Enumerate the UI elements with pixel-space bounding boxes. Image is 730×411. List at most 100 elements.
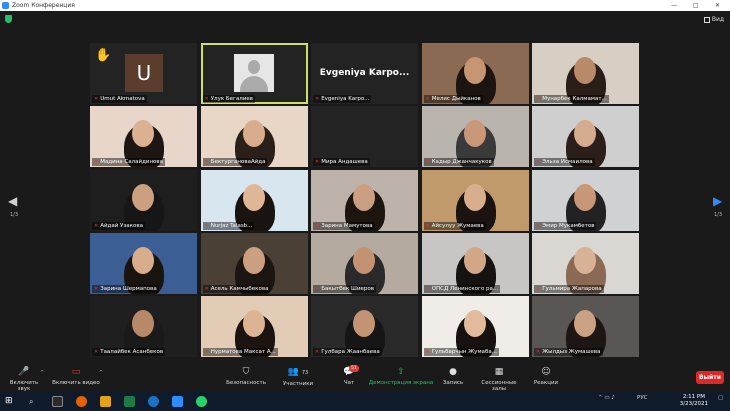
- excel-icon[interactable]: [124, 396, 135, 407]
- chat-button[interactable]: 💬 51 Чат: [340, 365, 359, 386]
- search-icon[interactable]: ⌕: [29, 396, 40, 407]
- edge-icon[interactable]: [148, 396, 159, 407]
- participant-name: ✕ ОПСД Ленинского ра...: [423, 284, 501, 293]
- minimize-button[interactable]: —: [671, 0, 677, 11]
- whatsapp-icon[interactable]: [196, 396, 207, 407]
- muted-mic-icon: ✕: [425, 96, 430, 102]
- participant-tile[interactable]: ✕ ОПСД Ленинского ра...: [421, 232, 529, 294]
- participant-tile[interactable]: ✕ Айсулуу Жумаева: [421, 169, 529, 231]
- breakout-rooms-label: Сессионные залы: [481, 380, 517, 392]
- gallery-grid: ✋ U ✕ Umut Akmatova ✕ Улук Бегалиев Evgeniya K…: [90, 43, 639, 358]
- windows-start-icon[interactable]: ⊞: [5, 396, 16, 407]
- participant-tile[interactable]: ✕ Гулбара Жаанбаева: [311, 296, 418, 358]
- zoom-app-icon: [2, 2, 9, 9]
- windows-taskbar: ⊞ ⌕ ⌃ ▭ ♪ РУС 2:11 PM 3/23/2021 ▢: [0, 392, 730, 411]
- participant-name: ✕ Эмир Мукамбетов: [534, 221, 597, 230]
- participant-name: ✕ Бакытбек Шиеров: [313, 284, 376, 293]
- participant-tile[interactable]: ✕ Nurjaz Talasb...: [200, 169, 308, 231]
- muted-mic-icon: ✕: [425, 159, 430, 166]
- unmute-label: Включить звук: [9, 380, 39, 392]
- maximize-button[interactable]: □: [693, 0, 699, 11]
- breakout-rooms-button[interactable]: ▦ Сессионные залы: [474, 367, 524, 392]
- participant-name-text: Мадина Салайдинова: [100, 159, 164, 166]
- start-video-label: Включить видео: [52, 380, 100, 386]
- zoom-taskbar-icon[interactable]: [172, 396, 183, 407]
- participant-tile[interactable]: ✕ Гульмира Жапарова: [532, 232, 639, 294]
- participant-tile[interactable]: ✕ Бакытбек Шиеров: [311, 232, 418, 294]
- share-screen-button[interactable]: ⇧ Демонстрация экрана: [368, 367, 434, 386]
- reactions-button[interactable]: ☺ Реакции: [533, 367, 559, 386]
- unmute-button[interactable]: 🎤 Включить звук: [4, 367, 44, 392]
- muted-mic-icon: ✕: [536, 349, 541, 356]
- participant-tile[interactable]: ✕ Айдай Узакова: [90, 169, 197, 231]
- audio-options-caret-icon[interactable]: ^: [40, 370, 44, 376]
- raised-hand-icon: ✋: [95, 48, 112, 63]
- tray-icons[interactable]: ⌃ ▭ ♪: [598, 395, 615, 401]
- participant-tile[interactable]: ✕ Эмир Мукамбетов: [532, 169, 639, 231]
- participant-name-text: Зарина Шермапова: [100, 285, 157, 292]
- participant-tile[interactable]: ✕ Жылдыз Жумашева: [532, 296, 639, 358]
- meeting-toolbar: 🎤 Включить звук ^ ▭ Включить видео ^ ⛉ Безо…: [0, 365, 730, 392]
- participant-tile[interactable]: ✕ Улук Бегалиев: [200, 43, 308, 104]
- participant-tile[interactable]: ✕ Мира Андашева: [311, 106, 418, 168]
- video-options-caret-icon[interactable]: ^: [99, 370, 103, 376]
- start-video-button[interactable]: ▭ Включить видео: [50, 367, 102, 386]
- record-button[interactable]: ● Запись: [442, 367, 464, 386]
- participant-name-text: Гульмира Жапарова: [542, 285, 602, 292]
- task-view-icon[interactable]: [52, 396, 63, 407]
- participant-tile[interactable]: Evgeniya Karpo... ✕ Evgeniya Karpo...: [311, 43, 418, 104]
- language-indicator[interactable]: РУС: [637, 395, 648, 401]
- page-indicator-right: 1/3: [714, 212, 723, 218]
- clock-date: 3/23/2021: [679, 401, 708, 407]
- leave-button[interactable]: Выйти: [696, 371, 724, 384]
- taskbar-clock[interactable]: 2:11 PM 3/23/2021: [680, 394, 708, 408]
- participants-button[interactable]: 👥 73 Участники: [281, 367, 315, 387]
- muted-mic-icon: ✕: [425, 349, 430, 356]
- record-icon: ●: [449, 367, 457, 377]
- participant-name: ✕ Зарина Мамутова: [313, 221, 375, 230]
- participant-tile[interactable]: ✕ Зарина Мамутова: [311, 169, 418, 231]
- participant-tile[interactable]: ✕ БектургановаАйда: [200, 106, 308, 168]
- participant-name: ✕ Мира Андашева: [313, 158, 370, 167]
- participant-tile[interactable]: ✕ Кадыр Джанчакуков: [421, 106, 529, 168]
- participant-name-text: Эльза Исмаилова: [542, 159, 593, 166]
- participant-tile[interactable]: ✕ Нурматова Максат А...: [200, 296, 308, 358]
- participant-name-text: Нурматова Максат А...: [210, 349, 276, 356]
- security-button[interactable]: ⛉ Безопасность: [224, 367, 268, 386]
- muted-mic-icon: 🎤: [18, 367, 30, 377]
- participant-tile[interactable]: ✕ Зарина Шермапова: [90, 232, 197, 294]
- participant-name: ✕ Evgeniya Karpo...: [313, 95, 372, 103]
- participant-tile[interactable]: ✕ Мунарбек Калмамат...: [532, 43, 639, 104]
- participant-name-text: Umut Akmatova: [100, 96, 145, 102]
- view-button[interactable]: Вид: [703, 14, 724, 26]
- view-label: Вид: [711, 16, 724, 23]
- participant-name: ✕ Асель Камчыбекова: [202, 284, 271, 293]
- close-button[interactable]: ✕: [715, 0, 720, 11]
- participant-tile[interactable]: ✕ Асель Камчыбекова: [200, 232, 308, 294]
- next-page-arrow-icon[interactable]: ▶: [713, 194, 722, 208]
- participant-name-text: Бакытбек Шиеров: [321, 285, 374, 292]
- participant-name: ✕ Айдай Узакова: [92, 221, 145, 230]
- participant-name: ✕ Кадыр Джанчакуков: [423, 158, 494, 167]
- security-shield-icon[interactable]: [5, 15, 12, 23]
- participant-name-text: Мелис Дыйканов: [431, 96, 481, 102]
- participant-name: ✕ Мунарбек Калмамат...: [534, 95, 609, 103]
- reactions-icon: ☺: [541, 367, 551, 377]
- participant-name-text: Мунарбек Калмамат...: [542, 96, 607, 102]
- participant-name: ✕ Улук Бегалиев: [202, 95, 256, 103]
- participant-tile[interactable]: ✕ Эльза Исмаилова: [532, 106, 639, 168]
- participant-tile[interactable]: ✕ Гульбарчын Жумаба...: [421, 296, 529, 358]
- muted-mic-icon: ✕: [94, 285, 99, 292]
- notifications-icon[interactable]: ▢: [718, 395, 723, 401]
- participant-name: ✕ Эльза Исмаилова: [534, 158, 595, 167]
- participant-name-text: Айдай Узакова: [100, 222, 143, 229]
- participant-tile[interactable]: ✕ Мелис Дыйканов: [421, 43, 529, 104]
- participant-tile[interactable]: ✋ U ✕ Umut Akmatova: [90, 43, 197, 104]
- muted-mic-icon: ✕: [425, 222, 430, 229]
- file-explorer-icon[interactable]: [100, 396, 111, 407]
- participant-tile[interactable]: ✕ Таалайбек Асанбеков: [90, 296, 197, 358]
- participant-name-text: Айсулуу Жумаева: [431, 222, 484, 229]
- participant-tile[interactable]: ✕ Мадина Салайдинова: [90, 106, 197, 168]
- prev-page-arrow-icon[interactable]: ◀: [8, 194, 17, 208]
- firefox-icon[interactable]: [76, 396, 87, 407]
